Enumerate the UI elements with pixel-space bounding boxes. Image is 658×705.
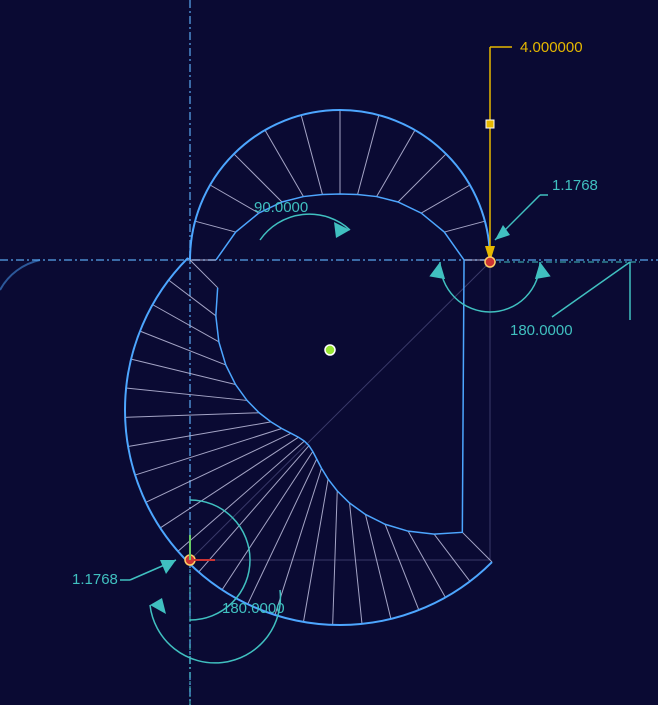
dim-angle-right[interactable]: 180.0000 — [429, 261, 630, 339]
cad-canvas[interactable]: 4.000000 180.0000 1.1768 90.0000 180.000… — [0, 0, 658, 705]
curvature-envelope — [216, 194, 464, 534]
dim-angle-top-label: 90.0000 — [254, 199, 308, 216]
dim-curvature-bottom-label: 1.1768 — [72, 571, 118, 588]
ref-arc-small — [0, 260, 40, 290]
midpoint[interactable] — [325, 345, 335, 355]
dim-handle-icon[interactable] — [486, 120, 494, 128]
dim-angle-right-label: 180.0000 — [510, 322, 573, 339]
dim-curvature-right-label: 1.1768 — [552, 177, 598, 194]
dim-distance-label: 4.000000 — [520, 39, 583, 56]
dim-curvature-bottom[interactable]: 1.1768 — [72, 560, 176, 588]
dim-curvature-right[interactable]: 1.1768 — [495, 177, 598, 240]
curvature-comb — [125, 110, 492, 625]
dim-distance[interactable]: 4.000000 — [485, 39, 583, 262]
endpoint-right[interactable] — [485, 257, 495, 267]
main-arc[interactable] — [125, 258, 492, 625]
chord-line — [190, 262, 490, 560]
dim-angle-top[interactable]: 90.0000 — [254, 199, 350, 240]
dim-angle-bottom-label: 180.0000 — [222, 600, 285, 617]
